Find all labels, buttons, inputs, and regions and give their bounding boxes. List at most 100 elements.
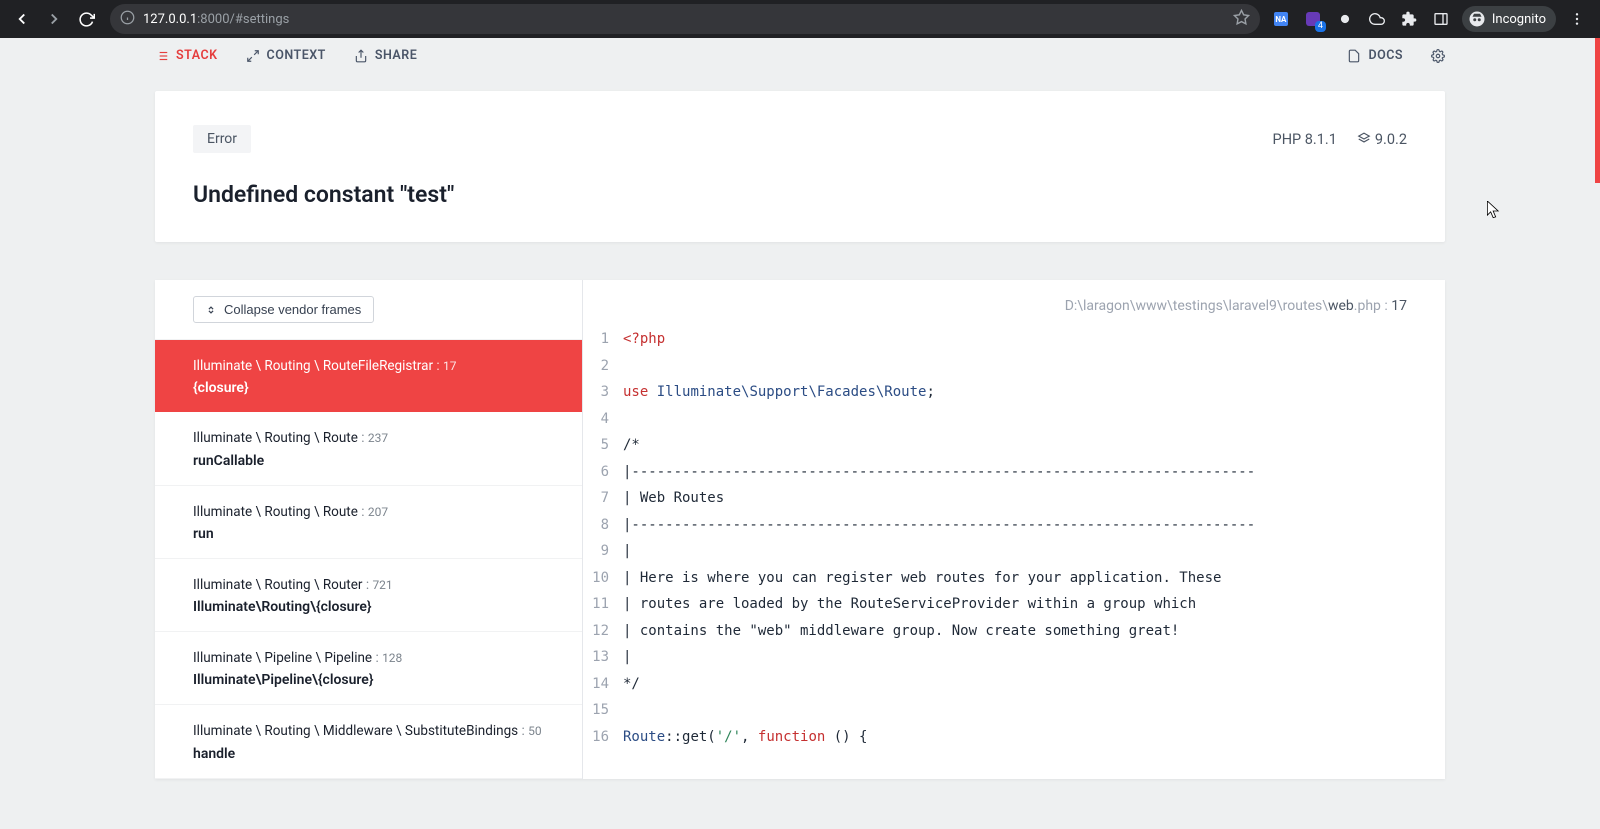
nav-share[interactable]: SHARE xyxy=(354,48,417,63)
line-content: | routes are loaded by the RouteServiceP… xyxy=(623,591,1445,618)
line-number: 14 xyxy=(583,671,623,698)
extension-na-icon[interactable]: NA xyxy=(1270,8,1292,30)
line-number: 11 xyxy=(583,591,623,618)
stack-frame[interactable]: Illuminate \ Pipeline \ Pipeline : 128 Il… xyxy=(155,632,582,705)
line-content: */ xyxy=(623,671,1445,698)
line-content: | contains the "web" middleware group. N… xyxy=(623,618,1445,645)
stack-column: Collapse vendor frames Illuminate \ Rout… xyxy=(155,280,583,779)
line-number: 5 xyxy=(583,432,623,459)
frame-function: run xyxy=(193,526,544,542)
code-line: 3use Illuminate\Support\Facades\Route; xyxy=(583,379,1445,406)
line-number: 4 xyxy=(583,406,623,433)
frame-location: Illuminate \ Routing \ Middleware \ Subs… xyxy=(193,721,544,741)
line-number: 15 xyxy=(583,697,623,724)
stack-frame[interactable]: Illuminate \ Routing \ Route : 237 runCal… xyxy=(155,412,582,485)
laravel-version: 9.0.2 xyxy=(1357,131,1407,148)
code-column: D:\laragon\www\testings\laravel9\routes\… xyxy=(583,280,1445,779)
line-content: | xyxy=(623,644,1445,671)
frame-location: Illuminate \ Routing \ Route : 237 xyxy=(193,428,544,448)
line-number: 13 xyxy=(583,644,623,671)
php-version: PHP 8.1.1 xyxy=(1273,131,1337,148)
code-line: 1<?php xyxy=(583,326,1445,353)
code-line: 14*/ xyxy=(583,671,1445,698)
line-number: 6 xyxy=(583,459,623,486)
settings-icon[interactable] xyxy=(1431,49,1445,63)
extensions-icon[interactable] xyxy=(1398,8,1420,30)
mouse-cursor xyxy=(1487,201,1501,221)
frame-location: Illuminate \ Routing \ RouteFileRegistra… xyxy=(193,356,544,376)
line-content xyxy=(623,697,1445,724)
code-line: 15 xyxy=(583,697,1445,724)
stack-frame[interactable]: Illuminate \ Routing \ Route : 207 run xyxy=(155,486,582,559)
line-number: 12 xyxy=(583,618,623,645)
code-line: 6|--------------------------------------… xyxy=(583,459,1445,486)
chrome-right-icons: NA 4 Incognito xyxy=(1270,6,1592,32)
stack-frame[interactable]: Illuminate \ Routing \ Middleware \ Subs… xyxy=(155,705,582,778)
line-number: 10 xyxy=(583,565,623,592)
line-content: | xyxy=(623,538,1445,565)
nav-stack[interactable]: STACK xyxy=(155,48,218,63)
back-button[interactable] xyxy=(8,5,36,33)
frame-function: Illuminate\Pipeline\{closure} xyxy=(193,672,544,688)
line-number: 16 xyxy=(583,724,623,751)
line-content xyxy=(623,406,1445,433)
frame-location: Illuminate \ Routing \ Route : 207 xyxy=(193,502,544,522)
frame-function: Illuminate\Routing\{closure} xyxy=(193,599,544,615)
collapse-vendor-button[interactable]: Collapse vendor frames xyxy=(193,296,374,323)
line-number: 1 xyxy=(583,326,623,353)
line-content: |---------------------------------------… xyxy=(623,512,1445,539)
bookmark-icon[interactable] xyxy=(1233,9,1250,30)
code-line: 7| Web Routes xyxy=(583,485,1445,512)
nav-docs[interactable]: DOCS xyxy=(1347,48,1403,63)
frame-function: {closure} xyxy=(193,380,544,396)
line-number: 3 xyxy=(583,379,623,406)
error-tag: Error xyxy=(193,125,251,153)
site-info-icon[interactable] xyxy=(120,10,135,29)
nav-context[interactable]: CONTEXT xyxy=(246,48,326,63)
code-line: 16Route::get('/', function () { xyxy=(583,724,1445,751)
frame-location: Illuminate \ Pipeline \ Pipeline : 128 xyxy=(193,648,544,668)
code-line: 10| Here is where you can register web r… xyxy=(583,565,1445,592)
code-line: 5/* xyxy=(583,432,1445,459)
frame-location: Illuminate \ Routing \ Router : 721 xyxy=(193,575,544,595)
scroll-indicator xyxy=(1595,38,1600,183)
url-text: 127.0.0.1:8000/#settings xyxy=(143,12,1225,27)
frame-function: handle xyxy=(193,746,544,762)
version-meta: PHP 8.1.1 9.0.2 xyxy=(1273,131,1407,148)
extension-cloud-icon[interactable] xyxy=(1366,8,1388,30)
line-content: <?php xyxy=(623,326,1445,353)
browser-chrome: 127.0.0.1:8000/#settings NA 4 Incognito xyxy=(0,0,1600,38)
line-number: 8 xyxy=(583,512,623,539)
extension-circle-icon[interactable] xyxy=(1334,8,1356,30)
line-content xyxy=(623,353,1445,380)
reload-button[interactable] xyxy=(72,5,100,33)
line-number: 7 xyxy=(583,485,623,512)
address-bar[interactable]: 127.0.0.1:8000/#settings xyxy=(110,4,1260,34)
incognito-badge[interactable]: Incognito xyxy=(1462,6,1556,32)
stack-frame[interactable]: Illuminate \ Routing \ RouteFileRegistra… xyxy=(155,340,582,412)
line-content: | Web Routes xyxy=(623,485,1445,512)
line-content: use Illuminate\Support\Facades\Route; xyxy=(623,379,1445,406)
kebab-menu-icon[interactable] xyxy=(1566,8,1588,30)
main-panel: Collapse vendor frames Illuminate \ Rout… xyxy=(155,280,1445,779)
code-line: 13| xyxy=(583,644,1445,671)
stack-frame[interactable]: Illuminate \ Routing \ Router : 721 Illum… xyxy=(155,559,582,632)
file-path: D:\laragon\www\testings\laravel9\routes\… xyxy=(583,280,1445,326)
extension-purple-icon[interactable]: 4 xyxy=(1302,8,1324,30)
top-nav: STACK CONTEXT SHARE DOCS xyxy=(155,38,1445,73)
code-line: 9| xyxy=(583,538,1445,565)
line-content: /* xyxy=(623,432,1445,459)
forward-button[interactable] xyxy=(40,5,68,33)
line-content: |---------------------------------------… xyxy=(623,459,1445,486)
code-line: 11| routes are loaded by the RouteServic… xyxy=(583,591,1445,618)
code-line: 4 xyxy=(583,406,1445,433)
code-body: 1<?php23use Illuminate\Support\Facades\R… xyxy=(583,326,1445,750)
line-content: | Here is where you can register web rou… xyxy=(623,565,1445,592)
error-title: Undefined constant "test" xyxy=(193,181,1407,208)
line-number: 9 xyxy=(583,538,623,565)
panel-icon[interactable] xyxy=(1430,8,1452,30)
code-line: 2 xyxy=(583,353,1445,380)
frame-function: runCallable xyxy=(193,453,544,469)
code-line: 12| contains the "web" middleware group.… xyxy=(583,618,1445,645)
stack-frames: Illuminate \ Routing \ RouteFileRegistra… xyxy=(155,340,582,779)
